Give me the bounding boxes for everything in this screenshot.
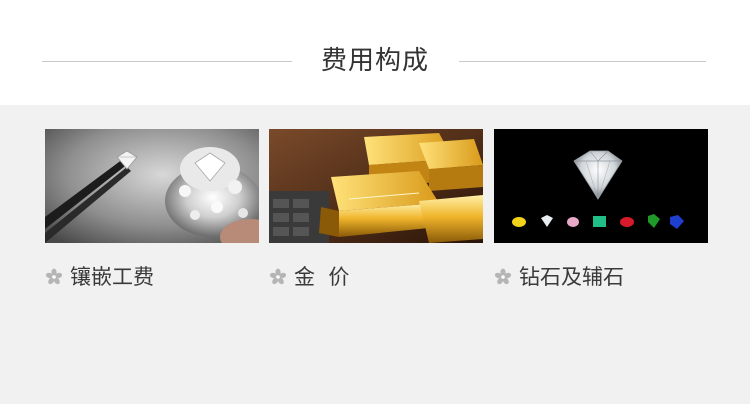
- cost-card-gold-price: 金 价: [269, 129, 483, 292]
- cost-card-label: 钻石及辅石: [494, 262, 708, 292]
- flower-icon: [45, 264, 63, 285]
- title-divider-right: [459, 61, 706, 62]
- header-section: 费用构成: [0, 0, 750, 105]
- cost-card-label-text: 钻石及辅石: [519, 265, 624, 289]
- cost-card-label-text: 镶嵌工费: [70, 265, 154, 289]
- cost-card-label: 金 价: [269, 262, 483, 292]
- diamond-gemstones-photo: [494, 129, 708, 243]
- diamond-ring-tweezers-photo: [45, 129, 259, 243]
- cost-card-label: 镶嵌工费: [45, 262, 259, 292]
- cost-card-diamond-stones: 钻石及辅石: [494, 129, 708, 292]
- cost-card-setting-fee: 镶嵌工费: [45, 129, 259, 292]
- flower-icon: [494, 264, 512, 285]
- cost-card-label-text: 金 价: [294, 265, 350, 289]
- flower-icon: [269, 264, 287, 285]
- gold-bars-photo: [269, 129, 483, 243]
